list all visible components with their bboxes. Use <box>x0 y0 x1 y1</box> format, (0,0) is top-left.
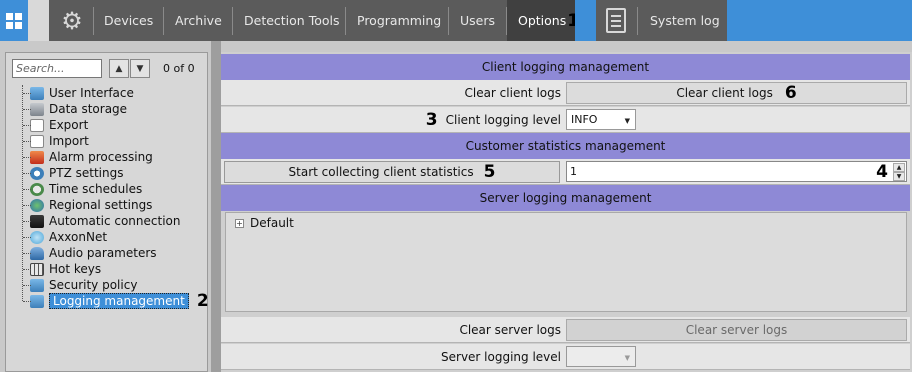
sidebar-item-regional-settings[interactable]: Regional settings <box>16 197 206 213</box>
statistics-interval-stepper[interactable]: 1 4 ▲ ▼ <box>566 161 907 182</box>
tab-users[interactable]: Users <box>449 0 506 41</box>
cloud-icon <box>30 230 44 244</box>
client-statistics-row: Start collecting client statistics 5 1 4… <box>221 159 910 185</box>
sidebar-item-label: Data storage <box>49 102 128 116</box>
sidebar-item-data-storage[interactable]: Data storage <box>16 101 206 117</box>
server-logging-level-row: Server logging level ▼ <box>221 344 910 370</box>
document-icon[interactable] <box>606 8 626 33</box>
client-logging-level-select[interactable]: INFO ▼ <box>566 109 636 130</box>
clear-client-logs-row: Clear client logs Clear client logs 6 <box>221 80 910 106</box>
section-header-statistics: Customer statistics management <box>221 133 910 159</box>
window-icon <box>30 278 44 292</box>
tab-options[interactable]: Options 1 <box>507 0 579 41</box>
expand-plus-icon[interactable]: + <box>235 219 244 228</box>
search-result-count: 0 of 0 <box>163 62 195 75</box>
clock-icon <box>30 182 44 196</box>
chevron-down-icon: ▼ <box>136 63 144 74</box>
search-prev-button[interactable]: ▲ <box>109 59 129 78</box>
connection-icon <box>30 214 44 228</box>
storage-icon <box>30 102 44 116</box>
sidebar-item-export[interactable]: Export <box>16 117 206 133</box>
sidebar-item-label: Export <box>49 118 89 132</box>
sidebar-item-axxonnet[interactable]: AxxonNet <box>16 229 206 245</box>
microphone-icon <box>30 246 44 260</box>
stepper-buttons[interactable]: ▲ ▼ <box>893 163 905 181</box>
tab-archive[interactable]: Archive <box>164 0 232 41</box>
sidebar-item-label: Automatic connection <box>49 214 181 228</box>
callout-number: 6 <box>784 83 797 103</box>
sidebar-item-label: User Interface <box>49 86 134 100</box>
export-icon <box>30 118 44 132</box>
clear-server-logs-row: Clear server logs Clear server logs <box>221 317 910 343</box>
panel-splitter[interactable] <box>211 41 221 372</box>
sidebar-item-automatic-connection[interactable]: Automatic connection <box>16 213 206 229</box>
gear-icon[interactable]: ⚙ <box>57 7 87 35</box>
callout-number: 4 <box>876 162 888 182</box>
options-sidebar: Search... ▲ ▼ 0 of 0 User Interface Data… <box>5 52 209 372</box>
ptz-icon <box>30 166 44 180</box>
start-collecting-statistics-button[interactable]: Start collecting client statistics 5 <box>224 161 560 183</box>
tab-programming[interactable]: Programming <box>346 0 448 41</box>
row-label: Clear server logs <box>459 323 561 337</box>
dropdown-arrow-icon: ▼ <box>624 354 630 362</box>
sidebar-item-audio-parameters[interactable]: Audio parameters <box>16 245 206 261</box>
tab-gap <box>575 0 596 41</box>
row-label: Server logging level <box>441 350 561 364</box>
tab-system-log[interactable]: System log <box>638 0 727 41</box>
sidebar-item-user-interface[interactable]: User Interface <box>16 85 206 101</box>
row-label: 3 Client logging level <box>425 110 561 130</box>
sidebar-item-label: AxxonNet <box>49 230 108 244</box>
stepper-down-icon[interactable]: ▼ <box>893 172 905 181</box>
sidebar-item-label: PTZ settings <box>49 166 124 180</box>
sidebar-item-time-schedules[interactable]: Time schedules <box>16 181 206 197</box>
search-next-button[interactable]: ▼ <box>130 59 150 78</box>
clear-client-logs-button[interactable]: Clear client logs 6 <box>566 82 907 104</box>
sidebar-item-label: Security policy <box>49 278 138 292</box>
sidebar-item-alarm-processing[interactable]: Alarm processing <box>16 149 206 165</box>
alarm-icon <box>30 150 44 164</box>
window-icon <box>30 86 44 100</box>
chevron-up-icon: ▲ <box>115 63 123 74</box>
callout-number: 5 <box>483 162 496 182</box>
sidebar-item-import[interactable]: Import <box>16 133 206 149</box>
search-input[interactable]: Search... <box>12 59 102 78</box>
stepper-up-icon[interactable]: ▲ <box>893 163 905 172</box>
keyboard-icon <box>30 262 44 276</box>
callout-number: 2 <box>196 291 209 311</box>
top-navigation-bar: ⚙ Devices Archive Detection Tools Progra… <box>0 0 912 41</box>
sidebar-item-label: Alarm processing <box>49 150 153 164</box>
sidebar-item-label: Time schedules <box>49 182 143 196</box>
dropdown-arrow-icon: ▼ <box>624 117 630 125</box>
sidebar-item-label: Hot keys <box>49 262 102 276</box>
main-menu-button[interactable] <box>0 0 28 41</box>
sidebar-item-hot-keys[interactable]: Hot keys <box>16 261 206 277</box>
options-tree: User Interface Data storage Export Impor… <box>16 85 209 311</box>
section-header-client-logging: Client logging management <box>221 54 910 80</box>
tab-devices[interactable]: Devices <box>94 0 163 41</box>
section-header-server-logging: Server logging management <box>221 185 910 211</box>
tab-detection-tools[interactable]: Detection Tools <box>233 0 345 41</box>
sidebar-item-ptz-settings[interactable]: PTZ settings <box>16 165 206 181</box>
client-logging-level-row: 3 Client logging level INFO ▼ <box>221 107 910 133</box>
globe-icon <box>30 198 44 212</box>
server-logging-level-select[interactable]: ▼ <box>566 346 636 367</box>
sidebar-item-label: Logging management <box>49 293 189 309</box>
tree-item-default[interactable]: Default <box>250 216 294 230</box>
row-label: Clear client logs <box>464 86 561 100</box>
sidebar-item-logging-management[interactable]: Logging management 2 <box>16 291 209 311</box>
windows-grid-icon <box>6 12 22 29</box>
window-icon <box>30 294 44 308</box>
sidebar-item-label: Audio parameters <box>49 246 157 260</box>
server-tree: + Default <box>225 212 907 312</box>
topbar-filler <box>727 0 912 41</box>
clear-server-logs-button[interactable]: Clear server logs <box>566 319 907 341</box>
sidebar-item-label: Import <box>49 134 89 148</box>
sidebar-item-label: Regional settings <box>49 198 153 212</box>
logging-settings-panel: Client logging management Clear client l… <box>221 52 912 372</box>
callout-number: 3 <box>425 110 438 130</box>
sidebar-item-security-policy[interactable]: Security policy <box>16 277 206 293</box>
import-icon <box>30 134 44 148</box>
